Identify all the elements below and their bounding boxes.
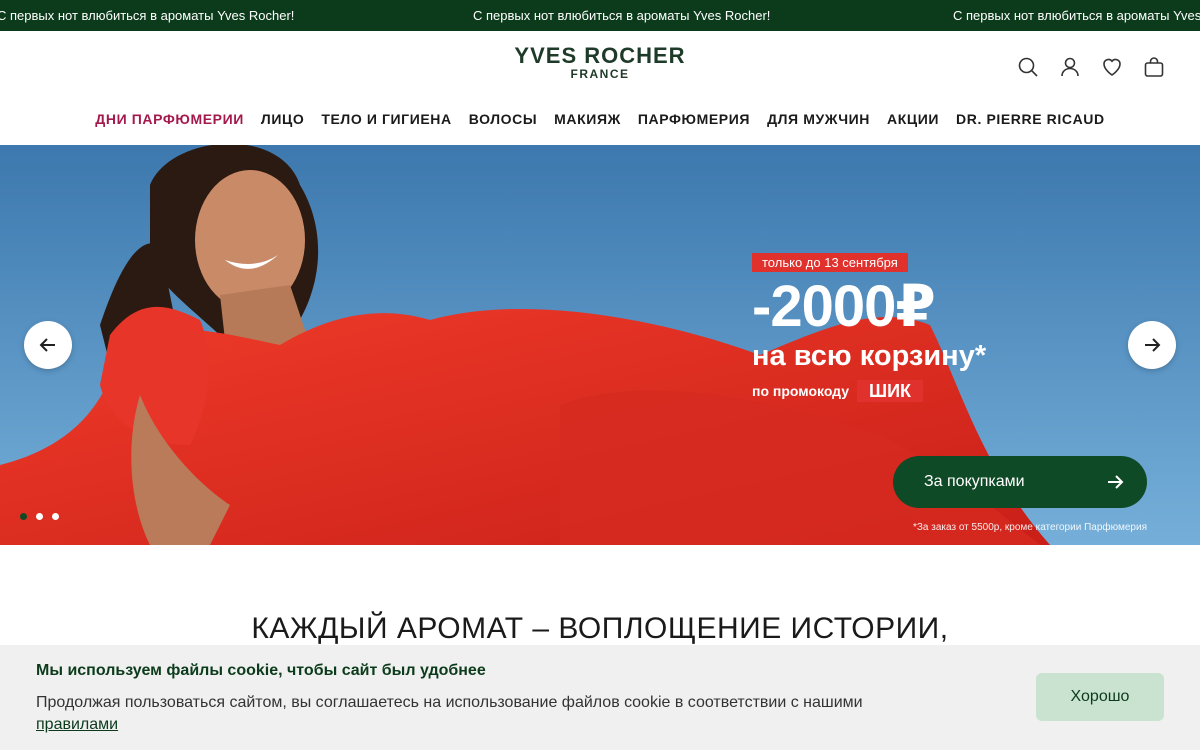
header-icons bbox=[1016, 55, 1166, 79]
carousel-dots bbox=[20, 513, 59, 520]
nav-item-perfume-days[interactable]: ДНИ ПАРФЮМЕРИИ bbox=[95, 111, 244, 127]
nav-item-promotions[interactable]: АКЦИИ bbox=[887, 111, 939, 127]
promo-code: ШИК bbox=[857, 380, 924, 402]
wishlist-icon[interactable] bbox=[1100, 55, 1124, 79]
main-navigation: ДНИ ПАРФЮМЕРИИ ЛИЦО ТЕЛО И ГИГИЕНА ВОЛОС… bbox=[0, 111, 1200, 127]
shop-now-label: За покупками bbox=[924, 473, 1025, 490]
cart-icon[interactable] bbox=[1142, 55, 1166, 79]
promo-footnote: *За заказ от 5500р, кроме категории Парф… bbox=[913, 522, 1147, 533]
promo-block: только до 13 сентября -2000₽ на всю корз… bbox=[752, 253, 986, 402]
nav-item-face[interactable]: ЛИЦО bbox=[261, 111, 304, 127]
shop-now-button[interactable]: За покупками bbox=[893, 456, 1147, 508]
arrow-right-icon bbox=[1145, 338, 1161, 352]
site-header: YVES ROCHER FRANCE ДНИ ПАРФЮМЕРИИ ЛИЦО Т… bbox=[0, 31, 1200, 145]
arrow-right-icon bbox=[1108, 475, 1124, 489]
hero-banner[interactable]: только до 13 сентября -2000₽ на всю корз… bbox=[0, 145, 1200, 545]
search-icon[interactable] bbox=[1016, 55, 1040, 79]
cookie-message: Продолжая пользоваться сайтом, вы соглаш… bbox=[36, 694, 863, 711]
carousel-dot[interactable] bbox=[36, 513, 43, 520]
nav-item-hair[interactable]: ВОЛОСЫ bbox=[469, 111, 537, 127]
announcement-bar: С первых нот влюбиться в ароматы Yves Ro… bbox=[0, 0, 1200, 31]
promo-date-tag: только до 13 сентября bbox=[752, 253, 908, 272]
nav-item-perfume[interactable]: ПАРФЮМЕРИЯ bbox=[638, 111, 750, 127]
announcement-text: С первых нот влюбиться в ароматы Yves Ro… bbox=[953, 8, 1200, 23]
promo-code-row: по промокоду ШИК bbox=[752, 380, 986, 402]
carousel-dot[interactable] bbox=[20, 513, 27, 520]
cookie-title: Мы используем файлы cookie, чтобы сайт б… bbox=[36, 662, 486, 679]
nav-item-makeup[interactable]: МАКИЯЖ bbox=[554, 111, 621, 127]
section-title: КАЖДЫЙ АРОМАТ – ВОПЛОЩЕНИЕ ИСТОРИИ, bbox=[251, 612, 949, 645]
promo-line: на всю корзину* bbox=[752, 340, 987, 372]
cookie-banner: Мы используем файлы cookie, чтобы сайт б… bbox=[0, 645, 1200, 750]
promo-amount: -2000₽ bbox=[752, 274, 936, 339]
carousel-next-button[interactable] bbox=[1128, 321, 1176, 369]
announcement-text: С первых нот влюбиться в ароматы Yves Ro… bbox=[0, 8, 295, 23]
nav-item-body[interactable]: ТЕЛО И ГИГИЕНА bbox=[321, 111, 451, 127]
cookie-text: Продолжая пользоваться сайтом, вы соглаш… bbox=[36, 692, 976, 736]
account-icon[interactable] bbox=[1058, 55, 1082, 79]
promo-code-prefix: по промокоду bbox=[752, 383, 850, 399]
announcement-text: С первых нот влюбиться в ароматы Yves Ro… bbox=[473, 8, 771, 23]
nav-item-pierre-ricaud[interactable]: DR. PIERRE RICAUD bbox=[956, 111, 1105, 127]
carousel-prev-button[interactable] bbox=[24, 321, 72, 369]
carousel-dot[interactable] bbox=[52, 513, 59, 520]
arrow-left-icon bbox=[39, 338, 55, 352]
nav-item-men[interactable]: ДЛЯ МУЖЧИН bbox=[767, 111, 870, 127]
cookie-accept-button[interactable]: Хорошо bbox=[1036, 673, 1164, 721]
cookie-rules-link[interactable]: правилами bbox=[36, 716, 118, 733]
